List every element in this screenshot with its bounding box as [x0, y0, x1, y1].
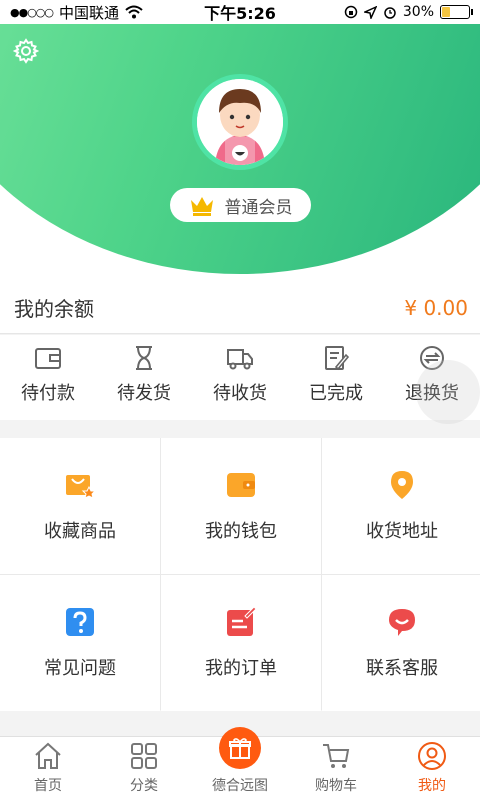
- floating-assistive-bubble[interactable]: [416, 360, 480, 424]
- member-level: 普通会员: [224, 197, 293, 218]
- tab-label: 分类: [130, 778, 158, 794]
- status-bar: ●●○○○ 中国联通 下午5:26 30%: [0, 0, 480, 24]
- wifi-icon: [125, 5, 143, 19]
- status-right: 30%: [300, 4, 473, 20]
- tab-category[interactable]: 分类: [96, 737, 192, 800]
- hourglass-icon: [136, 346, 152, 370]
- truck-icon: [227, 349, 253, 370]
- tab-label: 我的: [418, 778, 446, 794]
- avatar-image: [197, 79, 283, 165]
- grid-faq[interactable]: 常见问题: [0, 575, 160, 711]
- signal-icon: ●●○○○: [10, 5, 54, 19]
- gear-icon[interactable]: [13, 38, 39, 64]
- question-icon: [66, 608, 94, 636]
- grid-support[interactable]: 联系客服: [322, 575, 480, 711]
- alarm-icon: [384, 7, 396, 19]
- bottom-tab-bar: 首页 分类 德合远图 购物车 我的: [0, 727, 480, 800]
- balance-row[interactable]: 我的余额 ¥ 0.00: [0, 282, 480, 334]
- order-label: 待发货: [117, 383, 171, 404]
- wallet-icon: [35, 348, 61, 369]
- battery-percent: 30%: [402, 4, 434, 20]
- grid-label: 我的钱包: [205, 521, 277, 542]
- home-icon: [35, 742, 61, 769]
- tab-brand[interactable]: 德合远图: [192, 727, 288, 800]
- grid-label: 常见问题: [44, 658, 116, 679]
- avatar[interactable]: [192, 74, 288, 170]
- wallet-icon: [227, 473, 255, 497]
- grid-favorites[interactable]: 收藏商品: [0, 438, 160, 574]
- grid-label: 联系客服: [366, 658, 438, 679]
- grid-address[interactable]: 收货地址: [322, 438, 480, 574]
- grid-label: 我的订单: [205, 658, 277, 679]
- order-label: 待收货: [213, 383, 267, 404]
- category-icon: [131, 743, 157, 769]
- grid-label: 收货地址: [366, 521, 438, 542]
- tab-home[interactable]: 首页: [0, 737, 96, 800]
- grid-label: 收藏商品: [44, 521, 116, 542]
- gift-button[interactable]: [219, 727, 261, 769]
- order-pending-receipt[interactable]: 待收货: [192, 335, 288, 420]
- carrier-name: 中国联通: [59, 3, 120, 22]
- tab-label: 首页: [34, 778, 62, 794]
- order-status-row: 待付款 待发货 待收货 已完成 退换货: [0, 335, 480, 420]
- grid-orders[interactable]: 我的订单: [161, 575, 321, 711]
- balance-value: ¥ 0.00: [404, 295, 468, 320]
- status-time: 下午5:26: [204, 4, 276, 23]
- location-arrow-icon: [363, 5, 377, 19]
- order-icon: [227, 606, 257, 636]
- location-pin-icon: [391, 471, 413, 499]
- chat-icon: [389, 609, 415, 636]
- order-pending-payment[interactable]: 待付款: [0, 335, 96, 420]
- tab-me[interactable]: 我的: [384, 737, 480, 800]
- member-badge: 普通会员: [170, 188, 311, 222]
- balance-label: 我的余额: [14, 297, 94, 321]
- user-icon: [418, 742, 446, 770]
- favorite-bag-icon: [66, 475, 96, 499]
- order-label: 已完成: [309, 383, 363, 404]
- grid-wallet[interactable]: 我的钱包: [161, 438, 321, 574]
- edit-doc-icon: [325, 346, 350, 371]
- rotation-lock-icon: [344, 5, 358, 19]
- battery-icon: [440, 5, 473, 19]
- feature-grid: 收藏商品 我的钱包 收货地址 常见问题 我的订单 联系客服: [0, 438, 480, 711]
- order-completed[interactable]: 已完成: [288, 335, 384, 420]
- gift-icon: [229, 738, 251, 759]
- profile-header: 普通会员: [0, 24, 480, 282]
- tab-label: 购物车: [315, 778, 357, 794]
- crown-icon: [190, 197, 213, 216]
- tab-cart[interactable]: 购物车: [288, 737, 384, 800]
- tab-label: 德合远图: [212, 778, 268, 794]
- order-pending-shipment[interactable]: 待发货: [96, 335, 192, 420]
- cart-icon: [323, 744, 350, 768]
- status-left: ●●○○○ 中国联通: [10, 2, 180, 23]
- order-label: 待付款: [21, 383, 75, 404]
